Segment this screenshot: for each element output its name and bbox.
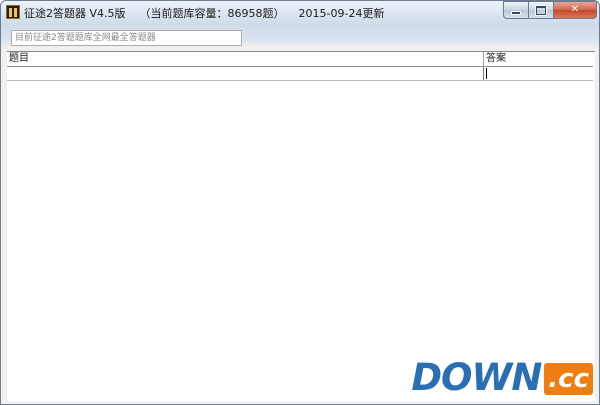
cell-question[interactable] [7,67,484,80]
list-header: 题目 答案 [7,52,593,67]
title-capacity: （当前题库容量：86958题） [139,7,285,20]
maximize-icon [536,5,546,15]
app-icon[interactable] [6,5,20,19]
question-list[interactable]: 题目 答案 [7,51,595,401]
watermark-brand: DOWN [411,356,542,399]
close-button[interactable]: ✕ [554,1,597,19]
list-row[interactable] [7,67,593,81]
close-icon: ✕ [570,4,580,15]
window-title: 征途2答题器 V4.5版 （当前题库容量：86958题） 2015-09-24更新 [24,5,398,21]
text-caret [486,68,487,79]
minimize-icon [512,12,520,14]
title-app-name: 征途2答题器 V4.5版 [24,7,126,20]
minimize-button[interactable] [503,1,529,19]
title-update-date: 2015-09-24更新 [298,7,385,20]
window-controls: ✕ [503,1,597,20]
maximize-button[interactable] [529,1,554,19]
title-bar[interactable]: 征途2答题器 V4.5版 （当前题库容量：86958题） 2015-09-24更新 … [1,1,599,23]
cell-answer[interactable] [484,67,593,80]
column-header-answer[interactable]: 答案 [484,52,593,66]
column-header-question[interactable]: 题目 [7,52,484,66]
watermark-logo: DOWN .cc [411,359,593,397]
app-window: 征途2答题器 V4.5版 （当前题库容量：86958题） 2015-09-24更新 … [0,0,600,405]
watermark-suffix: .cc [544,363,593,395]
search-input[interactable] [11,30,242,46]
